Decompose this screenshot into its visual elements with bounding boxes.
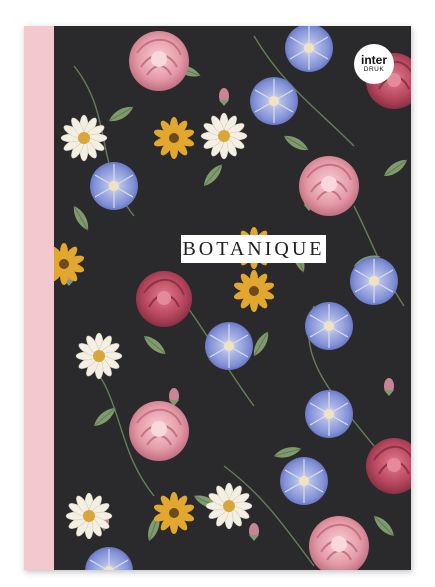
brand-logo-top: inter (360, 53, 387, 68)
notebook-cover: BOTANIQUE inter DRUK (24, 26, 411, 570)
title-label: BOTANIQUE (181, 235, 326, 263)
cover-title: BOTANIQUE (182, 237, 325, 260)
pink-spine-strip (24, 26, 54, 570)
brand-logo: inter DRUK (354, 44, 394, 84)
floral-pattern-svg (54, 26, 411, 570)
floral-pattern (54, 26, 411, 570)
brand-logo-bottom: DRUK (363, 66, 385, 74)
